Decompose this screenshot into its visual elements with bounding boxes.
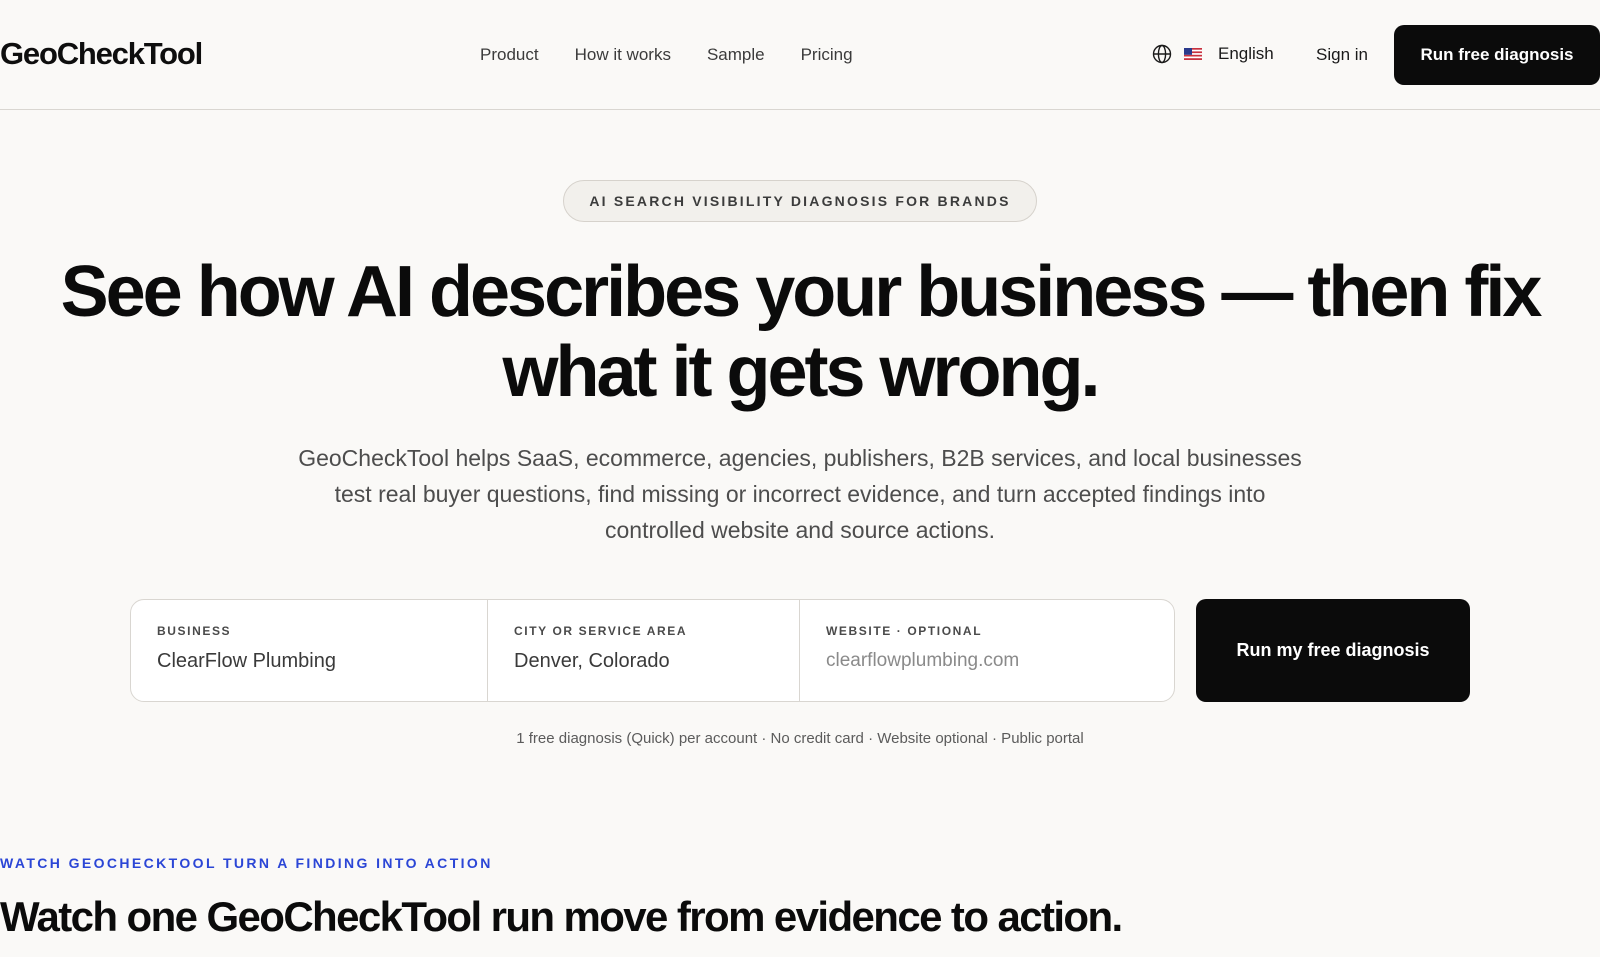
city-label: CITY OR SERVICE AREA [514, 624, 688, 638]
business-input[interactable]: ClearFlow Plumbing [157, 650, 461, 673]
language-selector[interactable]: English [1152, 44, 1274, 64]
nav-product[interactable]: Product [480, 45, 539, 65]
section-title: Watch one GeoCheckTool run move from evi… [0, 893, 1123, 940]
business-label: BUSINESS [157, 624, 232, 638]
nav-how-it-works[interactable]: How it works [575, 45, 671, 65]
us-flag-icon [1184, 48, 1202, 60]
main-nav: Product How it works Sample Pricing [480, 45, 853, 65]
hero-subheading: GeoCheckTool helps SaaS, ecommerce, agen… [298, 445, 1302, 543]
run-my-free-diagnosis-button[interactable]: Run my free diagnosis [1196, 599, 1470, 702]
run-free-diagnosis-button[interactable]: Run free diagnosis [1394, 25, 1600, 85]
city-field[interactable]: CITY OR SERVICE AREA Denver, Colorado [488, 600, 800, 701]
hero-eyebrow-pill: AI SEARCH VISIBILITY DIAGNOSIS FOR BRAND… [563, 180, 1037, 222]
language-label: English [1218, 44, 1274, 63]
website-label: WEBSITE · OPTIONAL [826, 624, 983, 638]
business-field[interactable]: BUSINESS ClearFlow Plumbing [131, 600, 488, 701]
hero-headline: See how AI describes your business — the… [60, 252, 1543, 412]
website-input[interactable] [826, 650, 1148, 672]
globe-icon [1152, 44, 1172, 64]
city-input[interactable]: Denver, Colorado [514, 650, 773, 673]
website-field[interactable]: WEBSITE · OPTIONAL [800, 600, 1174, 701]
sign-in-link[interactable]: Sign in [1316, 45, 1368, 65]
form-fineprint: 1 free diagnosis (Quick) per account · N… [516, 730, 1084, 747]
nav-sample[interactable]: Sample [707, 45, 765, 65]
site-header: GeoCheckTool Product How it works Sample… [0, 0, 1600, 110]
logo[interactable]: GeoCheckTool [0, 36, 203, 72]
diagnosis-form: BUSINESS ClearFlow Plumbing CITY OR SERV… [130, 599, 1175, 702]
section-eyebrow: WATCH GEOCHECKTOOL TURN A FINDING INTO A… [0, 855, 493, 871]
nav-pricing[interactable]: Pricing [801, 45, 853, 65]
